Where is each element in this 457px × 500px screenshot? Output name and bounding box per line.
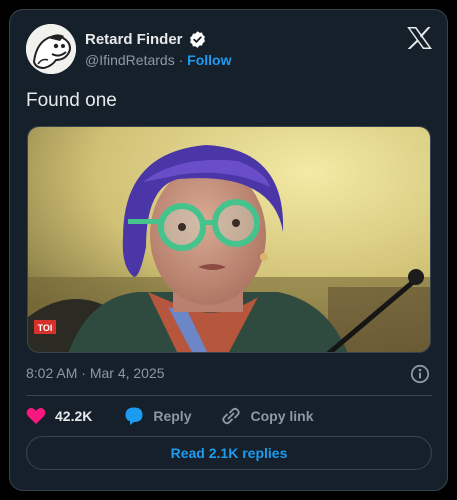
copy-link-label: Copy link xyxy=(250,408,314,424)
author-handle[interactable]: @IfindRetards xyxy=(85,52,175,68)
x-logo-icon[interactable] xyxy=(406,26,433,50)
author-name-row: Retard Finder xyxy=(85,30,207,49)
read-replies-label: Read 2.1K replies xyxy=(170,445,288,461)
tweet-card: Retard Finder @IfindRetards · Follow Fou… xyxy=(9,9,448,491)
tweet-timestamp[interactable]: 8:02 AM · Mar 4, 2025 xyxy=(26,365,165,381)
divider xyxy=(26,395,432,396)
tweet-text: Found one xyxy=(26,90,117,111)
author-name[interactable]: Retard Finder xyxy=(85,31,183,48)
timestamp-separator: · xyxy=(81,365,86,381)
reply-bubble-icon xyxy=(125,407,143,425)
reply-label: Reply xyxy=(153,408,192,424)
tweet-date: Mar 4, 2025 xyxy=(89,365,165,381)
like-button[interactable]: 42.2K xyxy=(26,407,92,425)
like-count: 42.2K xyxy=(55,408,93,424)
link-icon xyxy=(222,407,241,425)
tweet-time: 8:02 AM xyxy=(26,365,78,381)
heart-icon xyxy=(26,408,46,424)
verified-badge-icon xyxy=(188,30,207,49)
media-watermark: TOI xyxy=(38,323,53,333)
action-bar: 42.2K Reply Copy link xyxy=(26,404,314,428)
copy-link-button[interactable]: Copy link xyxy=(221,406,314,426)
info-icon[interactable] xyxy=(410,364,430,384)
tweet-image[interactable]: TOI xyxy=(27,126,431,353)
handle-row: @IfindRetards · Follow xyxy=(85,52,231,68)
follow-button[interactable]: Follow xyxy=(187,52,231,68)
read-replies-button[interactable]: Read 2.1K replies xyxy=(26,436,432,470)
reply-button[interactable]: Reply xyxy=(124,406,191,426)
handle-separator: · xyxy=(178,52,184,68)
avatar[interactable] xyxy=(26,24,76,74)
